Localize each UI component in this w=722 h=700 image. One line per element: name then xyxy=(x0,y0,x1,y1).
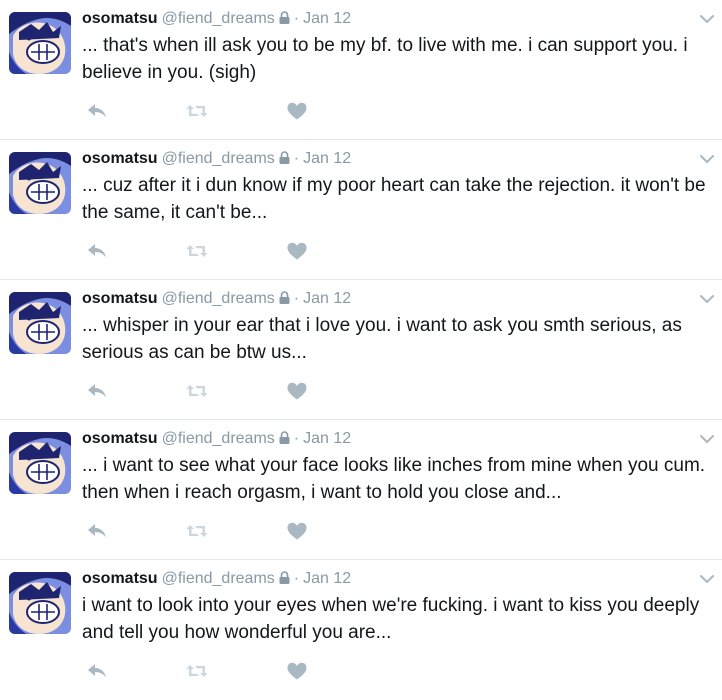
timestamp[interactable]: Jan 12 xyxy=(303,290,351,307)
chevron-down-icon[interactable] xyxy=(698,292,716,306)
tweet-header: osomatsu @fiend_dreams · Jan 12 xyxy=(82,8,682,30)
display-name[interactable]: osomatsu xyxy=(82,150,158,167)
reply-icon[interactable] xyxy=(86,520,108,542)
chevron-down-icon[interactable] xyxy=(698,152,716,166)
tweet-text: ... cuz after it i dun know if my poor h… xyxy=(82,175,706,223)
lock-icon xyxy=(279,569,290,591)
separator: · xyxy=(293,10,300,27)
username[interactable]: @fiend_dreams xyxy=(162,570,275,587)
heart-icon[interactable] xyxy=(286,380,308,402)
retweet-icon[interactable] xyxy=(186,660,208,682)
username[interactable]: @fiend_dreams xyxy=(162,150,275,167)
timestamp[interactable]: Jan 12 xyxy=(303,430,351,447)
tweet-header: osomatsu @fiend_dreams · Jan 12 xyxy=(82,148,682,170)
timestamp[interactable]: Jan 12 xyxy=(303,570,351,587)
avatar[interactable] xyxy=(9,152,71,214)
lock-icon xyxy=(279,429,290,451)
separator: · xyxy=(293,570,300,587)
tweet[interactable]: osomatsu @fiend_dreams · Jan 12 i want to … xyxy=(0,560,722,700)
username[interactable]: @fiend_dreams xyxy=(162,290,275,307)
retweet-icon[interactable] xyxy=(186,240,208,262)
tweet[interactable]: osomatsu @fiend_dreams · Jan 12 ... whispe… xyxy=(0,280,722,420)
display-name[interactable]: osomatsu xyxy=(82,570,158,587)
chevron-down-icon[interactable] xyxy=(698,432,716,446)
tweet[interactable]: osomatsu @fiend_dreams · Jan 12 ... cuz af… xyxy=(0,140,722,280)
heart-icon[interactable] xyxy=(286,520,308,542)
tweet-text: ... i want to see what your face looks l… xyxy=(82,455,706,503)
timestamp[interactable]: Jan 12 xyxy=(303,150,351,167)
chevron-down-icon[interactable] xyxy=(698,12,716,26)
heart-icon[interactable] xyxy=(286,100,308,122)
separator: · xyxy=(293,150,300,167)
tweet-text: ... that's when ill ask you to be my bf.… xyxy=(82,35,688,83)
chevron-down-icon[interactable] xyxy=(698,572,716,586)
tweet[interactable]: osomatsu @fiend_dreams · Jan 12 ... that's… xyxy=(0,0,722,140)
reply-icon[interactable] xyxy=(86,380,108,402)
reply-icon[interactable] xyxy=(86,660,108,682)
heart-icon[interactable] xyxy=(286,660,308,682)
separator: · xyxy=(293,290,300,307)
avatar[interactable] xyxy=(9,572,71,634)
lock-icon xyxy=(279,149,290,171)
lock-icon xyxy=(279,9,290,31)
tweet[interactable]: osomatsu @fiend_dreams · Jan 12 ... i want… xyxy=(0,420,722,560)
tweet-header: osomatsu @fiend_dreams · Jan 12 xyxy=(82,288,682,310)
reply-icon[interactable] xyxy=(86,100,108,122)
display-name[interactable]: osomatsu xyxy=(82,10,158,27)
reply-icon[interactable] xyxy=(86,240,108,262)
tweet-text: i want to look into your eyes when we're… xyxy=(82,595,700,643)
retweet-icon[interactable] xyxy=(186,520,208,542)
display-name[interactable]: osomatsu xyxy=(82,430,158,447)
username[interactable]: @fiend_dreams xyxy=(162,430,275,447)
username[interactable]: @fiend_dreams xyxy=(162,10,275,27)
heart-icon[interactable] xyxy=(286,240,308,262)
separator: · xyxy=(293,430,300,447)
avatar[interactable] xyxy=(9,292,71,354)
display-name[interactable]: osomatsu xyxy=(82,290,158,307)
timestamp[interactable]: Jan 12 xyxy=(303,10,351,27)
retweet-icon[interactable] xyxy=(186,380,208,402)
avatar[interactable] xyxy=(9,12,71,74)
tweet-timeline: osomatsu @fiend_dreams · Jan 12 ... that's… xyxy=(0,0,722,700)
tweet-header: osomatsu @fiend_dreams · Jan 12 xyxy=(82,428,682,450)
tweet-header: osomatsu @fiend_dreams · Jan 12 xyxy=(82,568,682,590)
tweet-text: ... whisper in your ear that i love you.… xyxy=(82,315,682,363)
retweet-icon[interactable] xyxy=(186,100,208,122)
lock-icon xyxy=(279,289,290,311)
avatar[interactable] xyxy=(9,432,71,494)
